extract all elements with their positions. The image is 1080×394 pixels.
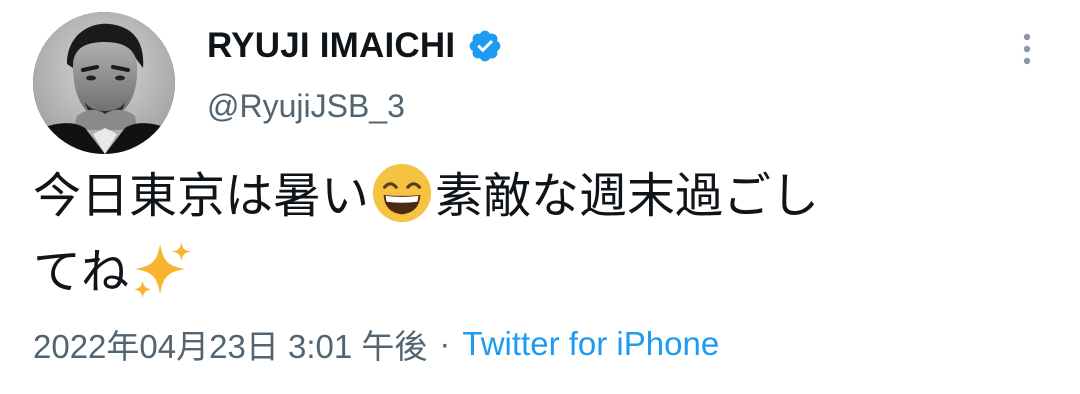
sparkles-emoji bbox=[131, 238, 193, 300]
tweet-source-link[interactable]: Twitter for iPhone bbox=[462, 325, 719, 363]
tweet-body: 今日東京は暑い 素敵な週末過ごしてね bbox=[33, 158, 1033, 310]
author-handle[interactable]: @RyujiJSB_3 bbox=[207, 88, 405, 125]
tweet-text-part3: てね bbox=[33, 244, 130, 300]
tweet-text-part1: 今日東京は暑い bbox=[33, 168, 370, 224]
avatar-photo bbox=[33, 12, 175, 154]
author-avatar[interactable] bbox=[33, 12, 175, 154]
author-name-row[interactable]: RYUJI IMAICHI bbox=[207, 24, 503, 68]
verified-badge-icon bbox=[467, 28, 503, 64]
meta-separator: · bbox=[439, 325, 451, 362]
grinning-squinting-face-emoji bbox=[371, 162, 433, 224]
tweet-text-part2: 素敵な週末過ごし bbox=[435, 168, 820, 224]
tweet-card[interactable]: RYUJI IMAICHI @RyujiJSB_3 今日東京は暑い 素敵な週末過… bbox=[0, 0, 1080, 394]
tweet-meta: 2022年04月23日 3:01 午後 · Twitter for iPhone bbox=[33, 320, 719, 368]
more-vertical-icon[interactable] bbox=[1012, 30, 1042, 70]
tweet-timestamp[interactable]: 2022年04月23日 3:01 午後 bbox=[33, 320, 427, 368]
author-display-name[interactable]: RYUJI IMAICHI bbox=[207, 26, 455, 66]
